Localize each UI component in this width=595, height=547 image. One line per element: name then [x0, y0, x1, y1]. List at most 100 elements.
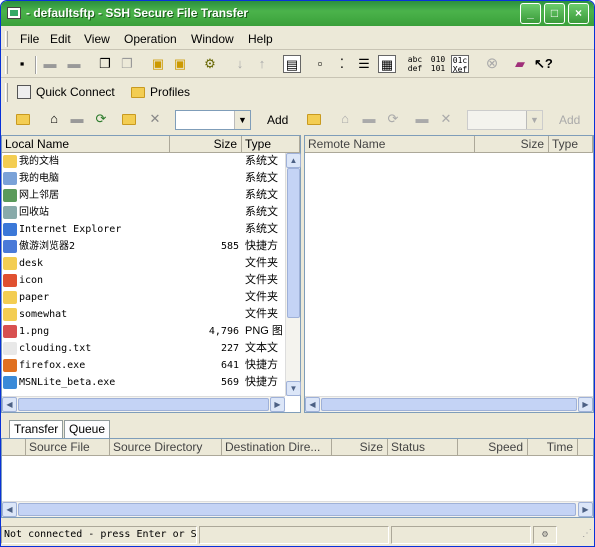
local-folder-icon[interactable]: ▬ — [68, 110, 86, 128]
local-vertical-scrollbar[interactable]: ▲ ▼ — [285, 153, 301, 396]
chevron-down-icon[interactable]: ▼ — [234, 111, 250, 129]
settings-icon[interactable]: ⚙ — [201, 55, 219, 73]
tab-queue[interactable]: Queue — [64, 420, 111, 438]
binary-mode-icon[interactable]: 010 101 — [429, 55, 447, 73]
quick-connect-button[interactable]: Quick Connect — [14, 82, 115, 103]
column-header-speed[interactable]: Speed — [458, 439, 528, 456]
help-book-icon[interactable]: ▰ — [511, 55, 529, 73]
column-header-source-file[interactable]: Source File — [26, 439, 110, 456]
transfer-hscroll-thumb[interactable] — [18, 503, 576, 516]
transfer-horizontal-scrollbar[interactable]: ◀ ▶ — [2, 501, 593, 517]
remote-folder-icon[interactable]: ▬ — [360, 110, 378, 128]
list-item[interactable]: icon 文件夹 — [2, 272, 285, 289]
list-item[interactable]: 傲游浏览器2 585 快捷方 — [2, 238, 285, 255]
print-icon[interactable]: ▬ — [41, 55, 59, 73]
copy-icon[interactable]: ❐ — [96, 55, 114, 73]
list-item[interactable]: clouding.txt 227 文本文 — [2, 340, 285, 357]
scroll-down-icon[interactable]: ▼ — [286, 381, 301, 396]
column-header-time[interactable]: Time — [528, 439, 578, 456]
list-item[interactable]: 我的电脑 系统文 — [2, 170, 285, 187]
list-view-icon[interactable]: ☰ — [355, 55, 373, 73]
remote-up-folder-icon[interactable] — [306, 110, 324, 128]
column-header-blank[interactable] — [2, 439, 26, 456]
context-help-icon[interactable]: ↖? — [534, 55, 553, 73]
column-header-remote-name[interactable]: Remote Name — [305, 136, 475, 153]
menu-window[interactable]: Window — [191, 32, 234, 46]
local-delete-icon[interactable]: ✕ — [146, 110, 164, 128]
local-home-icon[interactable]: ⌂ — [45, 110, 63, 128]
auto-mode-icon[interactable]: 01c Xef — [451, 55, 469, 74]
remote-home-icon[interactable]: ⌂ — [336, 110, 354, 128]
menu-view[interactable]: View — [84, 32, 110, 46]
quickbar-grip[interactable] — [5, 83, 8, 102]
column-header-remote-size[interactable]: Size — [475, 136, 549, 153]
details-view-icon[interactable]: ▦ — [378, 55, 396, 73]
list-item[interactable]: desk 文件夹 — [2, 255, 285, 272]
minimize-button[interactable]: _ — [520, 3, 541, 24]
local-new-folder-icon[interactable] — [121, 110, 139, 128]
list-item[interactable]: Internet Explorer 系统文 — [2, 221, 285, 238]
large-icons-icon[interactable]: ▫ — [311, 55, 329, 73]
local-add-button[interactable]: Add — [267, 110, 288, 130]
tab-transfer[interactable]: Transfer — [9, 420, 64, 438]
scroll-left-icon[interactable]: ◀ — [2, 397, 17, 412]
new-file-transfer-icon[interactable]: ▣ — [171, 55, 189, 73]
scroll-right-icon[interactable]: ▶ — [578, 397, 593, 412]
menu-edit[interactable]: Edit — [50, 32, 71, 46]
list-item[interactable]: firefox.exe 641 快捷方 — [2, 357, 285, 374]
download-icon[interactable]: ↓ — [231, 55, 249, 73]
toggle-view-icon[interactable]: ▤ — [283, 55, 301, 73]
scroll-up-icon[interactable]: ▲ — [286, 153, 301, 168]
remote-delete-icon[interactable]: ✕ — [437, 110, 455, 128]
column-header-source-directory[interactable]: Source Directory — [110, 439, 222, 456]
print-preview-icon[interactable]: ▬ — [65, 55, 83, 73]
profiles-button[interactable]: Profiles — [128, 82, 190, 103]
title-bar[interactable]: - defaultsftp - SSH Secure File Transfer… — [1, 1, 594, 26]
list-item[interactable]: 我的文档 系统文 — [2, 153, 285, 170]
new-terminal-icon[interactable]: ▣ — [149, 55, 167, 73]
maximize-button[interactable]: □ — [544, 3, 565, 24]
scroll-right-icon[interactable]: ▶ — [578, 502, 593, 517]
column-header-status[interactable]: Status — [388, 439, 458, 456]
local-up-folder-icon[interactable] — [15, 110, 33, 128]
local-horizontal-scrollbar[interactable]: ◀ ▶ — [2, 396, 285, 412]
remote-horizontal-scrollbar[interactable]: ◀ ▶ — [305, 396, 593, 412]
list-item[interactable]: 回收站 系统文 — [2, 204, 285, 221]
remote-add-button[interactable]: Add — [559, 110, 580, 130]
column-header-local-name[interactable]: Local Name — [2, 136, 170, 153]
list-item[interactable]: MSNLite_beta.exe 569 快捷方 — [2, 374, 285, 391]
menu-operation[interactable]: Operation — [124, 32, 177, 46]
remote-hscroll-thumb[interactable] — [321, 398, 577, 411]
resize-grip-icon[interactable]: ⋰ — [559, 526, 592, 544]
ascii-mode-icon[interactable]: abc def — [406, 55, 424, 73]
scroll-right-icon[interactable]: ▶ — [270, 397, 285, 412]
local-path-combo[interactable]: ▼ — [175, 110, 251, 130]
list-item[interactable]: 网上邻居 系统文 — [2, 187, 285, 204]
remote-new-folder-icon[interactable]: ▬ — [413, 110, 431, 128]
paste-icon[interactable]: ❐ — [118, 55, 136, 73]
stop-icon[interactable]: ⊗ — [483, 55, 501, 73]
local-vscroll-thumb[interactable] — [287, 168, 300, 318]
column-header-size[interactable]: Size — [170, 136, 242, 153]
column-header-transfer-size[interactable]: Size — [332, 439, 388, 456]
close-button[interactable]: × — [568, 3, 589, 24]
menu-file[interactable]: File — [20, 32, 39, 46]
scroll-left-icon[interactable]: ◀ — [2, 502, 17, 517]
list-item[interactable]: paper 文件夹 — [2, 289, 285, 306]
chevron-down-icon[interactable]: ▼ — [526, 111, 542, 129]
upload-icon[interactable]: ↑ — [253, 55, 271, 73]
list-item[interactable]: somewhat 文件夹 — [2, 306, 285, 323]
toolbar-grip[interactable] — [5, 56, 8, 74]
column-header-destination-directory[interactable]: Destination Dire... — [222, 439, 332, 456]
menubar-grip[interactable] — [5, 31, 8, 47]
remote-path-combo[interactable]: ▼ — [467, 110, 543, 130]
small-icons-icon[interactable]: ⁚ — [333, 55, 351, 73]
column-header-type[interactable]: Type — [242, 136, 300, 153]
local-refresh-icon[interactable]: ⟳ — [92, 110, 110, 128]
scroll-left-icon[interactable]: ◀ — [305, 397, 320, 412]
menu-help[interactable]: Help — [248, 32, 273, 46]
local-hscroll-thumb[interactable] — [18, 398, 269, 411]
remote-refresh-icon[interactable]: ⟳ — [384, 110, 402, 128]
save-icon[interactable]: ▪ — [13, 55, 31, 73]
list-item[interactable]: 1.png 4,796 PNG 图 — [2, 323, 285, 340]
